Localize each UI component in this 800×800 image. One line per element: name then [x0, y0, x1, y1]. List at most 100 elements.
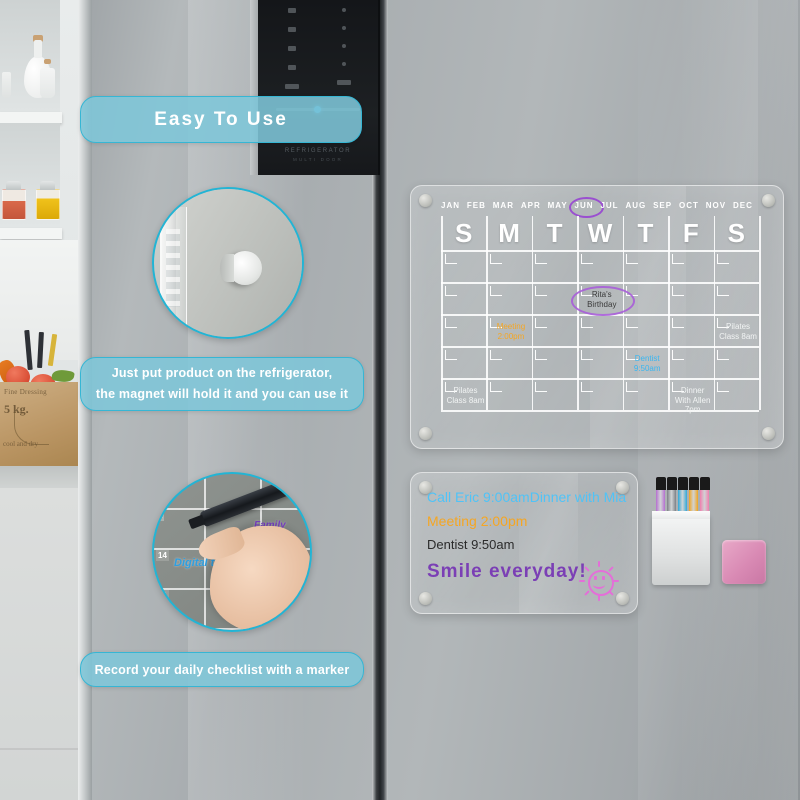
banner-magnet-line2: the magnet will hold it and you can use …	[95, 387, 349, 401]
date-number-box	[489, 349, 502, 360]
highlight-circle-mark	[571, 286, 635, 316]
calendar-cell[interactable]	[715, 284, 760, 316]
month-feb[interactable]: FEB	[467, 201, 486, 210]
floor-strip	[0, 466, 80, 490]
sun-ray	[584, 566, 590, 572]
inset-date-number: 7	[156, 510, 165, 521]
date-number-box	[626, 317, 639, 328]
note-line-3: Dentist 9:50am	[427, 537, 515, 552]
date-number-box	[626, 253, 639, 264]
date-number-box	[580, 253, 593, 264]
calendar-cell[interactable]	[533, 252, 578, 284]
date-number-box	[489, 253, 502, 264]
month-oct[interactable]: OCT	[679, 201, 699, 210]
banner-magnet-line1: Just put product on the refrigerator,	[111, 366, 333, 381]
marker-holder-lip	[652, 511, 710, 519]
calendar-cell[interactable]	[670, 348, 715, 380]
sun-ray	[613, 580, 619, 582]
acrylic-calendar-board[interactable]: JAN FEB MAR APR MAY JUN JUL AUG SEP OCT NOV DEC SMT…	[410, 185, 784, 449]
calendar-event: Meeting 2:00pm	[496, 322, 526, 341]
marker-cap	[655, 477, 666, 490]
calendar-cell[interactable]	[579, 252, 624, 284]
calendar-cell[interactable]	[579, 380, 624, 412]
panel-indicator-column-left	[272, 8, 312, 103]
month-apr[interactable]: APR	[521, 201, 541, 210]
marker-set[interactable]	[652, 477, 714, 585]
sack-text-top: Fine Dressing	[4, 388, 47, 396]
acrylic-notes-board[interactable]: Call Eric 9:00amDinner with Mia Meeting …	[410, 472, 638, 614]
calendar-cell[interactable]	[624, 252, 669, 284]
date-number-box	[580, 381, 593, 392]
marker-holder[interactable]	[652, 515, 710, 585]
date-number-box	[444, 349, 457, 360]
inset-magnet-closeup	[152, 187, 304, 339]
banner-easy-to-use: Easy To Use	[80, 96, 362, 143]
date-number-box	[535, 285, 548, 296]
sun-ray	[608, 566, 614, 572]
date-number-box	[671, 349, 684, 360]
month-jun[interactable]: JUN	[568, 196, 604, 218]
calendar-cell[interactable]	[443, 316, 488, 348]
calendar-cell[interactable]	[488, 252, 533, 284]
date-number-box	[444, 285, 457, 296]
date-number-box	[717, 285, 730, 296]
calendar-cell[interactable]	[670, 252, 715, 284]
corner-magnet-icon	[762, 194, 775, 207]
calendar-cell[interactable]	[579, 348, 624, 380]
calendar-cell[interactable]	[443, 252, 488, 284]
banner-record-instruction: Record your daily checklist with a marke…	[80, 652, 364, 687]
knife-icon	[24, 330, 33, 371]
calendar-cell[interactable]	[624, 316, 669, 348]
calendar-cell[interactable]	[533, 316, 578, 348]
calendar-cell[interactable]	[715, 348, 760, 380]
date-number-box	[580, 349, 593, 360]
marker-cap	[688, 477, 699, 490]
corner-magnet-icon	[419, 427, 432, 440]
sack-text-bottom: cool and dry	[3, 440, 38, 448]
calendar-cell[interactable]	[488, 348, 533, 380]
calendar-cell[interactable]	[488, 284, 533, 316]
calendar-cell[interactable]	[624, 380, 669, 412]
calendar-cell[interactable]	[715, 252, 760, 284]
calendar-cell[interactable]	[533, 348, 578, 380]
calendar-event: Dinner With Allen 7pm	[674, 386, 711, 415]
fridge-control-panel[interactable]: REFRIGERATOR MULTI DOOR	[258, 0, 380, 175]
month-dec[interactable]: DEC	[733, 201, 753, 210]
calendar-grid[interactable]: Rita's Birthday Meeting 2:00pm Pilates Cla…	[441, 216, 761, 416]
magnet-disc-icon	[220, 251, 262, 285]
calendar-cell[interactable]	[443, 284, 488, 316]
month-nov[interactable]: NOV	[706, 201, 726, 210]
inset-date-number: 14	[156, 550, 169, 561]
date-number-box	[489, 381, 502, 392]
note-line-1: Call Eric 9:00amDinner with Mia	[427, 489, 627, 505]
date-number-box	[671, 285, 684, 296]
glass-tube-icon	[2, 72, 11, 98]
kitchen-background: Fine Dressing 5 kg. cool and dry	[0, 0, 86, 800]
date-number-box	[535, 317, 548, 328]
inset-writing-closeup: 12789141521222830 Family Digital trainin…	[152, 472, 312, 632]
calendar-cell[interactable]	[533, 380, 578, 412]
calendar-cell[interactable]	[715, 380, 760, 412]
corner-magnet-icon	[419, 592, 432, 605]
inset-date-number: 21	[156, 590, 169, 601]
month-jul[interactable]: JUL	[600, 201, 618, 210]
calendar-cell[interactable]	[670, 284, 715, 316]
month-sep[interactable]: SEP	[653, 201, 672, 210]
calendar-cell[interactable]	[443, 348, 488, 380]
month-jan[interactable]: JAN	[441, 201, 460, 210]
month-mar[interactable]: MAR	[493, 201, 514, 210]
month-selector-row[interactable]: JAN FEB MAR APR MAY JUN JUL AUG SEP OCT NOV DEC	[441, 196, 753, 218]
month-aug[interactable]: AUG	[625, 201, 646, 210]
sun-ray	[598, 561, 600, 567]
marker-cap	[677, 477, 688, 490]
calendar-cell[interactable]	[488, 380, 533, 412]
calendar-cell[interactable]	[670, 316, 715, 348]
eraser-block[interactable]	[722, 540, 766, 584]
date-number-box	[535, 253, 548, 264]
knife-icon	[37, 331, 44, 369]
calendar-cell[interactable]	[579, 316, 624, 348]
date-number-box	[671, 317, 684, 328]
spice-jar-yellow-icon	[36, 181, 60, 220]
month-may[interactable]: MAY	[548, 201, 568, 210]
corner-magnet-icon	[762, 427, 775, 440]
